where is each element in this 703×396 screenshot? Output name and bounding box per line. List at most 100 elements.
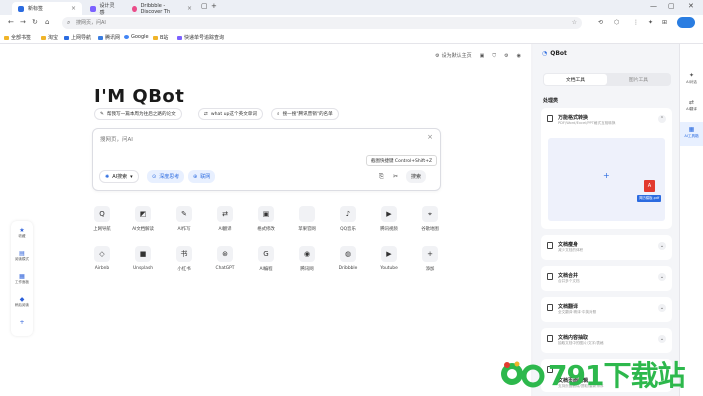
left-sidebar-item[interactable]: ◆ 稍后阅读	[11, 296, 33, 308]
app-shortcut[interactable]: G AI编程	[246, 246, 286, 280]
minimize-icon[interactable]: —	[650, 2, 657, 10]
app-shortcut[interactable]: ♪ QQ音乐	[328, 206, 368, 240]
bookmark-item[interactable]: 上网导航	[64, 34, 91, 41]
tab-new[interactable]: 新标签 ×	[12, 2, 82, 15]
bookmark-label: 腾讯网	[105, 35, 121, 41]
chevron-down-icon[interactable]: ⌄	[658, 273, 666, 281]
app-shortcut[interactable]: ◇ Airbnb	[82, 246, 122, 280]
rail-item[interactable]: ✦ AI对话	[680, 68, 703, 92]
app-shortcut[interactable]: ⊛ ChatGPT	[205, 246, 245, 280]
history-icon[interactable]: ⟲	[598, 19, 603, 26]
tool-card[interactable]: 文档瘦身 减少文档的体积 ⌄	[541, 235, 672, 260]
card-subtitle: 抽取文档中的图片/文字/表格	[558, 341, 604, 345]
search-submit-button[interactable]: 搜索	[406, 170, 427, 183]
ai-icon[interactable]: ✦	[648, 19, 653, 26]
app-shortcut[interactable]: ⌖ 谷歌地图	[410, 206, 450, 240]
tab-design[interactable]: 设计灵感	[84, 2, 124, 16]
tab-doc-tools[interactable]: 文档工具	[544, 74, 607, 85]
suggestion-chip[interactable]: ⌕ 搜一搜"腾讯营销"的名单	[271, 108, 339, 120]
back-icon[interactable]: ←	[8, 18, 14, 26]
app-shortcut[interactable]: ◩ AI文档解读	[123, 206, 163, 240]
tab-dribbble[interactable]: Dribbble - Discover Th ×	[126, 2, 198, 15]
deep-think-toggle[interactable]: ⊙ 深度思考	[147, 170, 185, 183]
suggestion-chip[interactable]: ✎ 帮我写一篇本周为往后之路的论文	[94, 108, 182, 120]
bookmark-item[interactable]: 快递单号追踪查询	[177, 34, 224, 41]
deep-think-label: 深度思考	[159, 174, 180, 180]
wallpaper-icon[interactable]: ▣	[480, 53, 485, 59]
tool-card[interactable]: 文档合并 合并多个文档 ⌄	[541, 266, 672, 291]
tool-card[interactable]: 文档内容抽取 抽取文档中的图片/文字/表格 ⌄	[541, 328, 672, 353]
tab-image-tools[interactable]: 图片工具	[607, 74, 670, 85]
app-label: 添加	[425, 267, 435, 272]
left-sidebar-item[interactable]: ▤ 阅读模式	[11, 250, 33, 262]
app-shortcut[interactable]: ▶ 腾讯视频	[369, 206, 409, 240]
star-icon[interactable]: ☆	[572, 19, 577, 26]
web-toggle[interactable]: ⊕ 联网	[188, 170, 216, 183]
tool-card-convert[interactable]: 万能格式转换 PDF/Word/Excel/PPT格式互相转换 ⌃ + A 简历…	[541, 108, 672, 229]
menu-icon[interactable]: ⋮	[633, 19, 639, 26]
bookmark-item[interactable]: B站	[153, 34, 168, 41]
left-sidebar-item[interactable]: +	[11, 319, 33, 326]
bookmark-item[interactable]: 腾讯网	[98, 34, 120, 41]
tab-strip: 新标签 × 设计灵感 Dribbble - Discover Th × ▢ + …	[0, 0, 703, 16]
tool-card[interactable]: 文档翻译 全文翻译·精译·中英对照 ⌄	[541, 297, 672, 322]
app-icon: ◉	[299, 246, 315, 262]
forward-icon[interactable]: →	[20, 18, 26, 26]
app-shortcut[interactable]: 苹果官网	[287, 206, 327, 240]
settings-icon[interactable]: ⚙	[504, 53, 508, 59]
app-shortcut[interactable]: ◍ Dribbble	[328, 246, 368, 280]
rail-item[interactable]: ⇄ AI翻译	[680, 95, 703, 119]
app-icon: 书	[176, 246, 192, 262]
app-shortcut[interactable]: ▣ 格式修改	[246, 206, 286, 240]
app-shortcut[interactable]: + 添加	[410, 246, 450, 280]
maximize-icon[interactable]: ▢	[668, 2, 675, 10]
attach-icon[interactable]: ⎘	[379, 173, 384, 181]
ai-mode-select[interactable]: ✺ AI搜索 ▾	[99, 170, 139, 183]
rail-item[interactable]: ▦ AI工具箱	[680, 122, 703, 146]
chevron-down-icon[interactable]: ⌄	[658, 335, 666, 343]
url-bar[interactable]: ⌕ ☆	[62, 17, 582, 29]
new-tab-icon[interactable]: ▢	[201, 2, 208, 10]
qbot-icon	[64, 35, 69, 40]
app-shortcut[interactable]: ▶ Youtube	[369, 246, 409, 280]
bookmark-item[interactable]: Google	[124, 34, 149, 40]
extensions-icon[interactable]: ⬡	[614, 19, 619, 26]
sidebar-icon: ◆	[19, 296, 25, 303]
dribbble-icon	[132, 5, 137, 12]
app-shortcut[interactable]: ■ Unsplash	[123, 246, 163, 280]
close-window-icon[interactable]: ✕	[688, 2, 694, 10]
chevron-up-icon[interactable]: ⌃	[658, 115, 666, 123]
app-shortcut[interactable]: Q 上网导航	[82, 206, 122, 240]
cloud-avatar-icon[interactable]	[677, 17, 695, 28]
file-dropzone[interactable]: + A 简历模板.pdf	[548, 138, 665, 221]
rail-icon: ▦	[688, 126, 695, 133]
app-shortcut[interactable]: ⇄ AI翻译	[205, 206, 245, 240]
app-label: Dribbble	[338, 266, 358, 271]
add-tab-icon[interactable]: +	[211, 2, 217, 10]
chevron-down-icon[interactable]: ⌄	[658, 304, 666, 312]
chevron-down-icon[interactable]: ⌄	[658, 242, 666, 250]
bookmark-item[interactable]: 淘宝	[41, 34, 58, 41]
close-icon[interactable]: ×	[187, 5, 192, 12]
app-shortcut[interactable]: ✎ AI作写	[164, 206, 204, 240]
set-home-button[interactable]: ⚙ 设为默认主页	[435, 52, 472, 60]
home-icon[interactable]: ⌂	[45, 18, 49, 26]
url-input[interactable]	[76, 19, 556, 27]
apps-icon[interactable]: ⊞	[662, 19, 667, 26]
left-sidebar-item[interactable]: ▦ 工作面板	[11, 273, 33, 285]
shirt-icon[interactable]: ⛉	[492, 53, 496, 59]
close-icon[interactable]: ×	[71, 5, 76, 12]
bookmark-item[interactable]: 全部书签	[4, 34, 31, 41]
app-label: 腾讯网	[300, 267, 314, 272]
panel-header: ◔ QBot	[542, 50, 567, 57]
refresh-icon[interactable]: ↻	[32, 18, 38, 26]
web-label: 联网	[200, 174, 211, 180]
scissors-icon[interactable]: ✂	[393, 173, 398, 180]
close-icon[interactable]: ×	[427, 133, 433, 141]
suggestion-chip[interactable]: ⇄ what up这个英文单词	[198, 108, 263, 120]
app-shortcut[interactable]: 书小红书	[164, 246, 204, 280]
eye-icon[interactable]: ◉	[517, 53, 521, 59]
search-input[interactable]	[100, 135, 420, 149]
app-shortcut[interactable]: ◉ 腾讯网	[287, 246, 327, 280]
left-sidebar-item[interactable]: ★ 收藏	[11, 227, 33, 239]
